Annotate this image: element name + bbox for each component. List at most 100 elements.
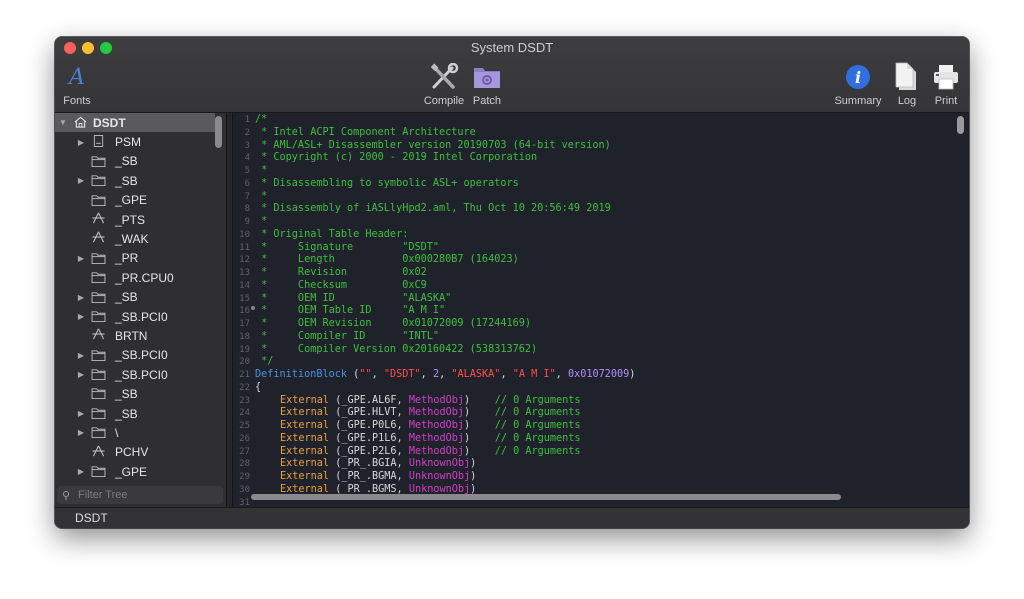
comment-text: * Copyright (c) 2000 - 2019 Intel Corpor… bbox=[255, 152, 538, 164]
info-icon: i bbox=[832, 61, 884, 93]
code-line: * bbox=[255, 165, 267, 176]
comment-text: // 0 Arguments bbox=[470, 407, 581, 419]
tree-item[interactable]: _PTS bbox=[55, 210, 215, 229]
method-icon bbox=[92, 328, 105, 340]
tree-item[interactable]: ▶ \ bbox=[55, 423, 215, 442]
external-keyword: External bbox=[280, 458, 330, 470]
comment-text: /* bbox=[255, 114, 268, 125]
external-name: (_GPE.AL6F, bbox=[329, 394, 409, 406]
object-type: MethodObj bbox=[408, 432, 465, 444]
tree-item[interactable]: ▶ _SB bbox=[55, 171, 215, 190]
svg-text:i: i bbox=[855, 68, 861, 87]
tree-item[interactable]: _SB bbox=[55, 152, 215, 171]
tree-item[interactable]: ▶ _PR bbox=[55, 249, 215, 268]
disclosure-closed-icon[interactable]: ▶ bbox=[76, 176, 86, 185]
tree-item[interactable]: ▶ _SB bbox=[55, 288, 215, 307]
disclosure-closed-icon[interactable]: ▶ bbox=[76, 351, 86, 360]
line-number: 2 bbox=[244, 127, 250, 138]
code-token: ) bbox=[470, 458, 477, 470]
folder-icon bbox=[91, 350, 106, 361]
disclosure-closed-icon[interactable]: ▶ bbox=[76, 409, 86, 418]
disclosure-closed-icon[interactable]: ▶ bbox=[76, 370, 86, 379]
comment-text: * Checksum 0xC9 bbox=[255, 279, 427, 291]
code-text[interactable]: /* * Intel ACPI Component Architecture *… bbox=[251, 113, 955, 507]
disclosure-closed-icon[interactable]: ▶ bbox=[76, 428, 86, 437]
tree-item[interactable]: _WAK bbox=[55, 229, 215, 248]
disclosure-closed-icon[interactable]: ▶ bbox=[76, 254, 86, 263]
external-keyword: External bbox=[280, 432, 330, 444]
code-line: * bbox=[255, 191, 267, 202]
tree-item[interactable]: PCHV bbox=[55, 443, 215, 462]
tree-root-dsdt[interactable]: ▼ DSDT bbox=[55, 113, 215, 133]
tree-item[interactable]: ▶ _SB.PCI0 bbox=[55, 365, 215, 384]
folder-icon bbox=[91, 272, 106, 284]
fonts-button[interactable]: A Fonts bbox=[62, 61, 92, 108]
comment-text: */ bbox=[255, 356, 274, 368]
folder-icon bbox=[91, 369, 106, 381]
outline-tree[interactable]: ▼ DSDT ▶ PSM _SB ▶ _SB _GPE _PTS _WAK ▶ _PR _PR.CP… bbox=[55, 113, 215, 483]
tree-item-label: PCHV bbox=[115, 445, 149, 460]
tree-item[interactable]: _SB bbox=[55, 384, 215, 403]
code-editor[interactable]: 1 2 3 4 5 6 7 8 9 10 11 12 13 14 15 16 17 18 19 20 21 22 23 24 2… bbox=[233, 113, 969, 507]
disclosure-closed-icon[interactable]: ▶ bbox=[76, 293, 86, 302]
compile-button[interactable]: Compile bbox=[420, 61, 468, 107]
line-number: 24 bbox=[239, 408, 250, 419]
tree-item[interactable]: BRTN bbox=[55, 326, 215, 345]
comment-text: * Revision 0x02 bbox=[255, 267, 427, 278]
tree-item[interactable]: _PR.CPU0 bbox=[55, 268, 215, 287]
tree-item[interactable]: ▶ _SB.PCI0 bbox=[55, 307, 215, 326]
tree-item[interactable]: _GPE bbox=[55, 191, 215, 210]
tree-item-label: _SB bbox=[115, 154, 138, 169]
print-button[interactable]: Print bbox=[929, 61, 963, 107]
code-line: External (_GPE.P1L6, MethodObj) // 0 Arg… bbox=[280, 433, 581, 444]
code-line: External (_GPE.AL6F, MethodObj) // 0 Arg… bbox=[280, 395, 581, 406]
tree-item-label: _WAK bbox=[115, 232, 149, 247]
folder-icon bbox=[91, 194, 106, 206]
folder-icon bbox=[91, 156, 106, 167]
object-type: MethodObj bbox=[408, 394, 465, 406]
code-token: ) bbox=[629, 369, 636, 380]
code-token: , bbox=[555, 369, 568, 380]
summary-button[interactable]: i Summary bbox=[832, 61, 884, 107]
comment-text: // 0 Arguments bbox=[470, 432, 581, 444]
line-number: 6 bbox=[244, 178, 250, 189]
comment-text: * Intel ACPI Component Architecture bbox=[255, 126, 476, 138]
line-number: 13 bbox=[239, 268, 250, 278]
filter-placeholder: Filter Tree bbox=[78, 489, 128, 501]
external-keyword: External bbox=[280, 394, 330, 406]
log-button[interactable]: Log bbox=[893, 61, 921, 107]
code-token: , bbox=[371, 369, 384, 380]
disclosure-closed-icon[interactable]: ▶ bbox=[76, 138, 86, 147]
disclosure-closed-icon[interactable]: ▶ bbox=[76, 312, 86, 321]
tree-item[interactable]: ▶ _GPE bbox=[55, 462, 215, 481]
filter-tree-field[interactable]: ⚲ Filter Tree bbox=[57, 486, 223, 504]
code-line: * Disassembling to symbolic ASL+ operato… bbox=[255, 178, 519, 189]
tree-item[interactable]: ▶ _SB bbox=[55, 404, 215, 423]
compile-label: Compile bbox=[423, 95, 465, 107]
line-number: 23 bbox=[239, 395, 250, 406]
string-literal: "DSDT" bbox=[383, 369, 421, 380]
patch-label: Patch bbox=[472, 95, 502, 107]
tree-item[interactable]: ▶ _SB.PCI0 bbox=[55, 346, 215, 365]
method-icon bbox=[92, 212, 105, 224]
tree-item[interactable]: ▶ PSM bbox=[55, 132, 215, 151]
external-name: (_GPE.P1L6, bbox=[329, 432, 409, 444]
line-number: 4 bbox=[244, 153, 250, 164]
editor-horizontal-scrollbar[interactable] bbox=[251, 494, 841, 500]
code-line: * Disassembly of iASLlyHpd2.aml, Thu Oct… bbox=[255, 203, 611, 214]
disclosure-closed-icon[interactable]: ▶ bbox=[76, 467, 86, 476]
patch-button[interactable]: Patch bbox=[469, 61, 505, 107]
tree-item-label: _PTS bbox=[115, 212, 146, 227]
code-line: * Revision 0x02 bbox=[255, 267, 427, 278]
external-name: (_PR_.BGIA, bbox=[329, 458, 409, 470]
code-line: * Copyright (c) 2000 - 2019 Intel Corpor… bbox=[255, 152, 537, 163]
line-number-gutter: 1 2 3 4 5 6 7 8 9 10 11 12 13 14 15 16 17 18 19 20 21 22 23 24 2… bbox=[233, 113, 252, 507]
code-line: * bbox=[255, 216, 267, 227]
sidebar-scrollbar[interactable] bbox=[215, 116, 222, 148]
external-name: (_GPE.P0L6, bbox=[329, 420, 409, 431]
method-icon bbox=[92, 445, 105, 456]
editor-vertical-scrollbar[interactable] bbox=[957, 116, 964, 134]
line-number: 5 bbox=[244, 166, 250, 176]
disclosure-open-icon[interactable]: ▼ bbox=[58, 118, 68, 127]
code-line: { bbox=[255, 382, 261, 393]
